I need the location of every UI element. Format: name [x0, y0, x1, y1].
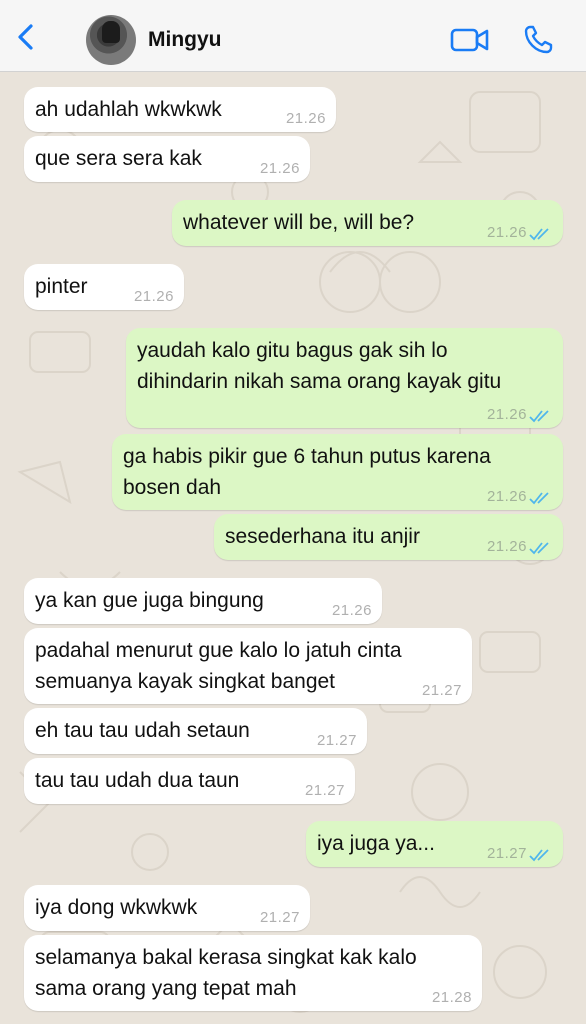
message-time: 21.26: [486, 488, 527, 505]
message-time: 21.27: [421, 682, 462, 699]
chat-area[interactable]: ah udahlah wkwkwk 21.26 que sera sera ka…: [0, 72, 586, 1024]
video-camera-icon[interactable]: [450, 26, 490, 54]
phone-icon[interactable]: [522, 24, 554, 56]
message-time: 21.26: [486, 224, 527, 241]
message-time: 21.27: [316, 732, 357, 749]
chat-header: Mingyu: [0, 0, 586, 72]
double-check-icon: [529, 542, 549, 555]
message-outgoing[interactable]: ga habis pikir gue 6 tahun putus karena …: [112, 434, 563, 510]
message-incoming[interactable]: tau tau udah dua taun 21.27: [24, 758, 355, 804]
message-incoming[interactable]: eh tau tau udah setaun 21.27: [24, 708, 367, 754]
message-time: 21.26: [259, 160, 300, 177]
message-time: 21.26: [285, 110, 326, 127]
chevron-left-icon[interactable]: [12, 22, 42, 52]
message-time: 21.27: [259, 909, 300, 926]
message-incoming[interactable]: iya dong wkwkwk 21.27: [24, 885, 310, 931]
message-outgoing[interactable]: iya juga ya... 21.27: [306, 821, 563, 867]
message-outgoing[interactable]: whatever will be, will be? 21.26: [172, 200, 563, 246]
message-time: 21.26: [486, 406, 527, 423]
message-text: selamanya bakal kerasa singkat kak kalo …: [35, 946, 417, 1000]
message-text: ya kan gue juga bingung: [35, 589, 264, 612]
double-check-icon: [529, 849, 549, 862]
message-incoming[interactable]: selamanya bakal kerasa singkat kak kalo …: [24, 935, 482, 1011]
double-check-icon: [529, 492, 549, 505]
message-time: 21.28: [431, 989, 472, 1006]
message-incoming[interactable]: que sera sera kak 21.26: [24, 136, 310, 182]
message-outgoing[interactable]: sesederhana itu anjir 21.26: [214, 514, 563, 560]
message-text: padahal menurut gue kalo lo jatuh cinta …: [35, 639, 402, 693]
message-incoming[interactable]: padahal menurut gue kalo lo jatuh cinta …: [24, 628, 472, 704]
message-incoming[interactable]: ya kan gue juga bingung 21.26: [24, 578, 382, 624]
double-check-icon: [529, 228, 549, 241]
contact-name[interactable]: Mingyu: [148, 28, 222, 52]
message-time: 21.26: [486, 538, 527, 555]
message-incoming[interactable]: ah udahlah wkwkwk 21.26: [24, 87, 336, 132]
message-incoming[interactable]: pinter 21.26: [24, 264, 184, 310]
double-check-icon: [529, 410, 549, 423]
message-text: yaudah kalo gitu bagus gak sih lo dihind…: [137, 339, 502, 393]
message-time: 21.26: [331, 602, 372, 619]
avatar[interactable]: [86, 15, 136, 65]
message-time: 21.26: [133, 288, 174, 305]
message-time: 21.27: [486, 845, 527, 862]
message-outgoing[interactable]: yaudah kalo gitu bagus gak sih lo dihind…: [126, 328, 563, 428]
message-time: 21.27: [304, 782, 345, 799]
